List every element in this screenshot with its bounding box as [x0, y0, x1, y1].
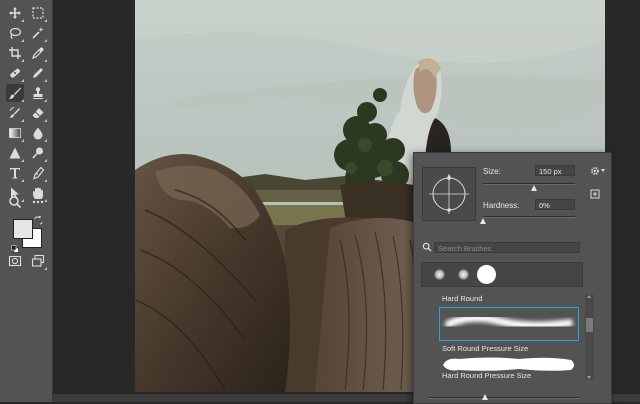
- dodge-icon: [32, 147, 43, 159]
- lasso-icon: [9, 27, 22, 40]
- type-icon: [10, 168, 20, 179]
- preview-size-slider[interactable]: [429, 397, 579, 399]
- eraser-tool[interactable]: [29, 104, 47, 122]
- dodge-tool[interactable]: [29, 144, 47, 162]
- brush-item-label-soft-round-pressure-size[interactable]: Soft Round Pressure Size: [442, 344, 528, 353]
- settings-button[interactable]: [589, 165, 601, 177]
- screen-mode-button[interactable]: [29, 252, 47, 270]
- brush-tool[interactable]: [6, 84, 24, 102]
- pencil-icon: [33, 68, 43, 78]
- screen-mode-icon: [31, 254, 45, 267]
- brush-angle-preview[interactable]: [422, 167, 476, 221]
- scrollbar-thumb[interactable]: [586, 318, 593, 332]
- brush-icon: [9, 87, 21, 100]
- eraser-icon: [32, 108, 44, 118]
- brush-item-label-hard-round-pressure-size[interactable]: Hard Round Pressure Size: [442, 371, 531, 380]
- move-tool[interactable]: [6, 4, 24, 22]
- hardness-slider[interactable]: [483, 216, 575, 218]
- recent-brush-2[interactable]: [458, 269, 469, 280]
- eyedropper-tool[interactable]: [29, 44, 47, 62]
- brush-preset-picker: Size: 150 px Hardness: 0% Search Brushes…: [413, 152, 612, 404]
- brush-list: Hard Round Soft Round Pressure Size: [421, 290, 581, 380]
- search-icon: [422, 242, 432, 252]
- zoom-tool[interactable]: [6, 193, 24, 211]
- move-icon: [9, 7, 21, 19]
- clone-stamp-icon: [33, 87, 43, 99]
- healing-brush-tool[interactable]: [6, 64, 24, 82]
- magic-wand-tool[interactable]: [29, 24, 47, 42]
- recent-brushes-strip: [421, 262, 583, 287]
- search-brushes-input[interactable]: Search Brushes: [434, 242, 580, 253]
- history-brush-tool[interactable]: [6, 104, 24, 122]
- pen-tool[interactable]: [29, 164, 47, 182]
- marquee-icon: [32, 7, 44, 19]
- hardness-slider-thumb[interactable]: [480, 218, 486, 224]
- soft-stroke-preview: [445, 314, 573, 330]
- zoom-icon: [9, 196, 22, 209]
- default-colors-icon[interactable]: [11, 240, 19, 253]
- scroll-down-icon[interactable]: [587, 376, 591, 379]
- gear-icon: [591, 167, 599, 175]
- brush-list-scrollbar[interactable]: [585, 294, 594, 380]
- pen-icon: [33, 166, 45, 180]
- blur-icon: [33, 127, 43, 140]
- recent-brush-1[interactable]: [434, 269, 445, 280]
- brush-item-soft-round-pressure-size[interactable]: [439, 307, 579, 341]
- size-input[interactable]: 150 px: [535, 165, 575, 176]
- quick-mask-icon: [8, 255, 22, 267]
- size-slider-thumb[interactable]: [530, 185, 537, 191]
- new-preset-button[interactable]: [589, 188, 601, 200]
- magic-wand-icon: [32, 27, 44, 39]
- swap-colors-icon[interactable]: [34, 212, 43, 225]
- more-tools-icon: [32, 200, 44, 204]
- blur-tool[interactable]: [29, 124, 47, 142]
- new-preset-icon: [590, 189, 600, 199]
- clone-stamp-tool[interactable]: [29, 84, 47, 102]
- size-slider[interactable]: [483, 183, 575, 185]
- marquee-tool[interactable]: [29, 4, 47, 22]
- size-label: Size:: [483, 167, 501, 176]
- scroll-up-icon[interactable]: [587, 295, 591, 298]
- eyedropper-icon: [32, 47, 44, 59]
- history-brush-icon: [10, 107, 20, 118]
- foreground-color-swatch[interactable]: [13, 219, 33, 239]
- gradient-icon: [9, 128, 21, 138]
- settings-dropdown-arrow-icon[interactable]: [601, 169, 605, 172]
- crop-icon: [9, 47, 21, 59]
- crop-tool[interactable]: [6, 44, 24, 62]
- tools-panel: [0, 0, 53, 402]
- recent-brush-3[interactable]: [477, 265, 496, 284]
- more-tools[interactable]: [29, 193, 47, 211]
- gradient-tool[interactable]: [6, 124, 24, 142]
- triangle-icon: [9, 147, 21, 159]
- type-tool[interactable]: [6, 164, 24, 182]
- lasso-tool[interactable]: [6, 24, 24, 42]
- healing-brush-icon: [10, 68, 21, 78]
- quick-mask-button[interactable]: [6, 252, 24, 270]
- search-button: [421, 241, 433, 253]
- brush-item-label-hard-round[interactable]: Hard Round: [442, 294, 482, 303]
- hardness-label: Hardness:: [483, 201, 520, 210]
- hardness-input[interactable]: 0%: [535, 199, 575, 210]
- sharpen-tool[interactable]: [6, 144, 24, 162]
- preview-size-slider-thumb[interactable]: [482, 394, 488, 400]
- brush-tool-secondary[interactable]: [29, 64, 47, 82]
